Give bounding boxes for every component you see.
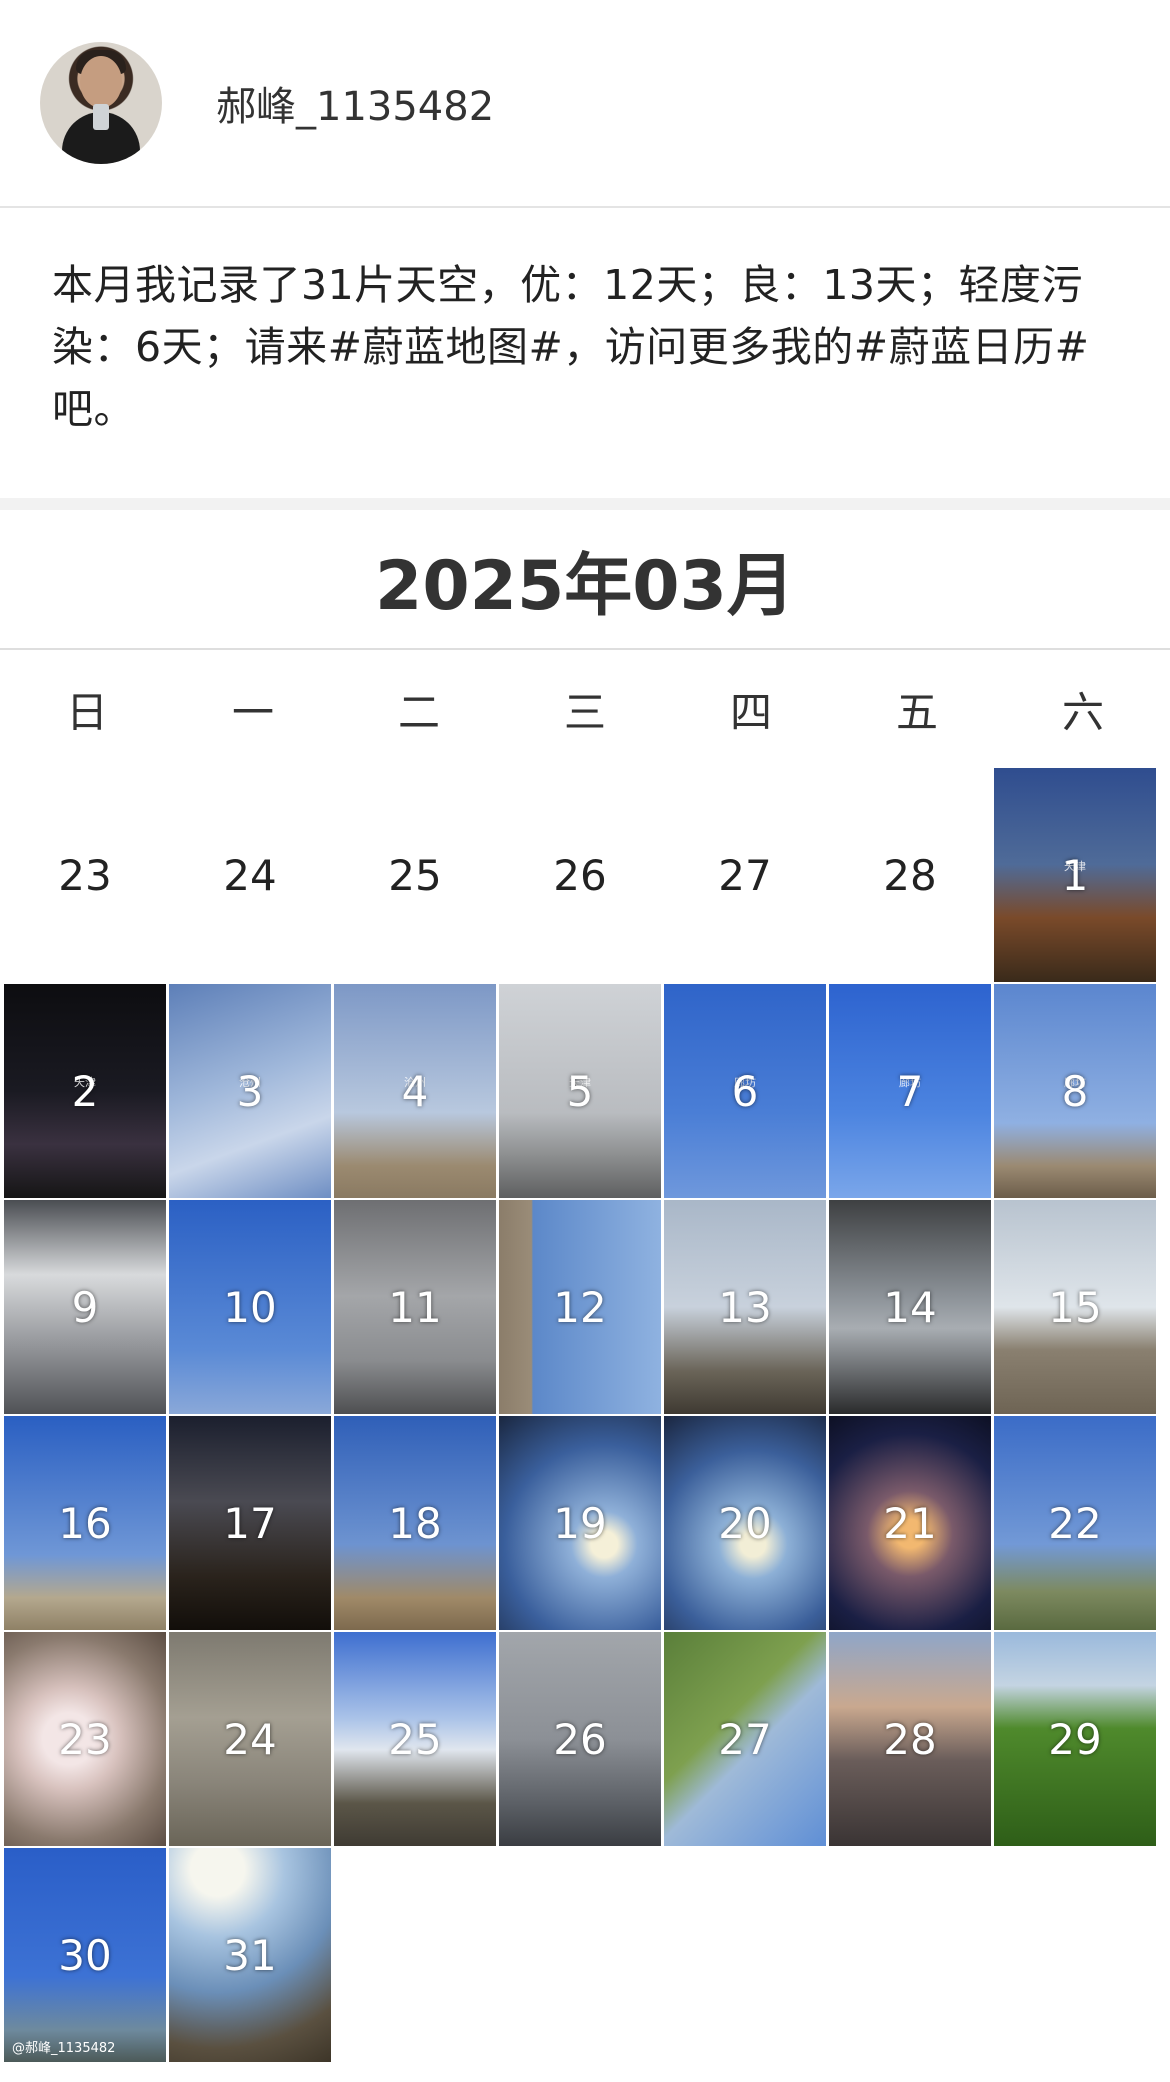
day-number: 1 — [1061, 850, 1089, 900]
prev-month-day: 24 — [223, 850, 277, 900]
day-photo-27[interactable]: 27 — [664, 1632, 826, 1846]
weekday-fri: 五 — [895, 687, 938, 737]
day-photo-14[interactable]: 14 — [829, 1200, 991, 1414]
weekday-header: 日 一 二 三 四 五 六 — [0, 650, 1170, 768]
day-photo-13[interactable]: 13 — [664, 1200, 826, 1414]
prev-month-day: 25 — [388, 850, 442, 900]
prev-month-day: 27 — [718, 850, 772, 900]
weekday-wed: 三 — [563, 687, 606, 737]
day-photo-3[interactable]: 沧州 3 — [169, 984, 331, 1198]
day-photo-17[interactable]: 17 — [169, 1416, 331, 1630]
username[interactable]: 郝峰_1135482 — [216, 74, 494, 132]
day-photo-9[interactable]: 9 — [4, 1200, 166, 1414]
day-photo-21[interactable]: 21 — [829, 1416, 991, 1630]
day-photo-8[interactable]: 廊坊 8 — [994, 984, 1156, 1198]
day-photo-15[interactable]: 15 — [994, 1200, 1156, 1414]
prev-month-day: 23 — [58, 850, 112, 900]
calendar-grid: 23 24 25 26 27 28 天津 1 天津 2 沧州 3 沧州 4 天津 5 廊坊 6 廊坊 7 廊… — [0, 768, 1170, 2062]
weekday-sat: 六 — [1061, 687, 1104, 737]
photo-credit: @郝峰_1135482 — [12, 2041, 116, 2056]
day-number: 8 — [1061, 1066, 1089, 1116]
day-number: 16 — [58, 1498, 112, 1548]
day-photo-4[interactable]: 沧州 4 — [334, 984, 496, 1198]
day-number: 6 — [731, 1066, 759, 1116]
prev-month-day: 28 — [883, 850, 937, 900]
day-number: 12 — [553, 1282, 607, 1332]
profile-header: 郝峰_1135482 — [0, 0, 1170, 208]
day-number: 24 — [223, 1714, 277, 1764]
day-photo-31[interactable]: 31 — [169, 1848, 331, 2062]
day-photo-25[interactable]: 25 — [334, 1632, 496, 1846]
day-photo-7[interactable]: 廊坊 7 — [829, 984, 991, 1198]
day-photo-20[interactable]: 20 — [664, 1416, 826, 1630]
avatar[interactable] — [40, 42, 162, 164]
day-photo-22[interactable]: 22 — [994, 1416, 1156, 1630]
day-photo-5[interactable]: 天津 5 — [499, 984, 661, 1198]
day-number: 28 — [883, 1714, 937, 1764]
day-photo-30[interactable]: 30 @郝峰_1135482 — [4, 1848, 166, 2062]
day-number: 9 — [71, 1282, 99, 1332]
day-photo-12[interactable]: 12 — [499, 1200, 661, 1414]
day-number: 11 — [388, 1282, 442, 1332]
day-number: 15 — [1048, 1282, 1102, 1332]
day-number: 4 — [401, 1066, 429, 1116]
day-number: 30 — [58, 1930, 112, 1980]
month-summary: 本月我记录了31片天空，优：12天；良：13天；轻度污染：6天；请来#蔚蓝地图#… — [0, 208, 1170, 510]
day-number: 13 — [718, 1282, 772, 1332]
day-photo-24[interactable]: 24 — [169, 1632, 331, 1846]
day-photo-29[interactable]: 29 — [994, 1632, 1156, 1846]
day-number: 2 — [71, 1066, 99, 1116]
day-number: 5 — [566, 1066, 594, 1116]
day-number: 7 — [896, 1066, 924, 1116]
day-number: 17 — [223, 1498, 277, 1548]
day-number: 31 — [223, 1930, 277, 1980]
day-photo-16[interactable]: 16 — [4, 1416, 166, 1630]
weekday-sun: 日 — [65, 687, 108, 737]
day-photo-23[interactable]: 23 — [4, 1632, 166, 1846]
calendar-month-title: 2025年03月 — [0, 510, 1170, 650]
prev-month-day: 26 — [553, 850, 607, 900]
day-photo-2[interactable]: 天津 2 — [4, 984, 166, 1198]
day-number: 25 — [388, 1714, 442, 1764]
day-photo-10[interactable]: 10 — [169, 1200, 331, 1414]
day-photo-1[interactable]: 天津 1 — [994, 768, 1156, 982]
day-photo-11[interactable]: 11 — [334, 1200, 496, 1414]
day-number: 14 — [883, 1282, 937, 1332]
day-photo-19[interactable]: 19 — [499, 1416, 661, 1630]
day-photo-6[interactable]: 廊坊 6 — [664, 984, 826, 1198]
day-number: 21 — [883, 1498, 937, 1548]
day-photo-28[interactable]: 28 — [829, 1632, 991, 1846]
day-number: 19 — [553, 1498, 607, 1548]
day-number: 20 — [718, 1498, 772, 1548]
weekday-tue: 二 — [397, 687, 440, 737]
day-number: 10 — [223, 1282, 277, 1332]
day-number: 26 — [553, 1714, 607, 1764]
weekday-mon: 一 — [231, 687, 274, 737]
day-number: 22 — [1048, 1498, 1102, 1548]
weekday-thu: 四 — [729, 687, 772, 737]
day-photo-18[interactable]: 18 — [334, 1416, 496, 1630]
day-number: 18 — [388, 1498, 442, 1548]
day-number: 23 — [58, 1714, 112, 1764]
day-number: 29 — [1048, 1714, 1102, 1764]
day-number: 3 — [236, 1066, 264, 1116]
day-number: 27 — [718, 1714, 772, 1764]
day-photo-26[interactable]: 26 — [499, 1632, 661, 1846]
